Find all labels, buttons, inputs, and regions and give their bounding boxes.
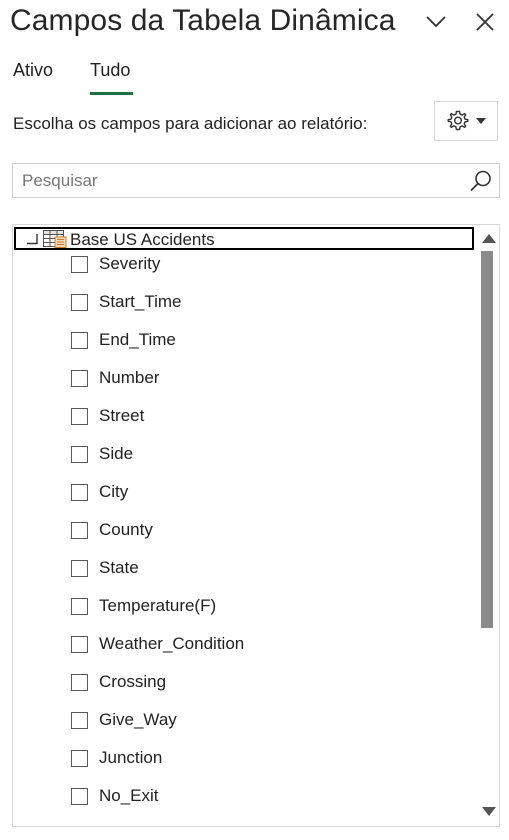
table-node[interactable]: Base US Accidents — [14, 227, 474, 250]
table-icon — [43, 230, 67, 248]
field-item-weather-condition[interactable]: Weather_Condition — [13, 628, 479, 666]
vertical-scrollbar[interactable] — [479, 225, 499, 826]
field-label: Number — [99, 368, 160, 387]
field-item-start-time[interactable]: Start_Time — [13, 286, 479, 324]
scroll-up-arrow-icon[interactable] — [481, 231, 497, 245]
tab-tudo[interactable]: Tudo — [90, 60, 130, 81]
field-checkbox[interactable] — [71, 370, 88, 387]
field-label: No_Exit — [99, 786, 159, 805]
active-tab-indicator — [90, 92, 133, 95]
field-checkbox[interactable] — [71, 522, 88, 539]
field-item-partial — [13, 818, 479, 827]
field-item-temperature[interactable]: Temperature(F) — [13, 590, 479, 628]
field-item-no-exit[interactable]: No_Exit — [13, 780, 479, 818]
field-list: Base US Accidents Severity Start_Time En… — [12, 224, 500, 827]
field-label: Side — [99, 444, 134, 463]
field-label: State — [99, 558, 139, 577]
collapse-pane-button[interactable] — [422, 8, 450, 36]
caret-down-icon — [476, 118, 486, 124]
field-checkbox[interactable] — [71, 256, 88, 273]
field-checkbox[interactable] — [71, 788, 88, 805]
field-label: Crossing — [99, 672, 167, 691]
field-label: Street — [99, 406, 145, 425]
field-item-side[interactable]: Side — [13, 438, 479, 476]
search-input[interactable] — [13, 164, 453, 197]
scroll-down-arrow-icon[interactable] — [481, 805, 497, 819]
field-item-county[interactable]: County — [13, 514, 479, 552]
field-label: End_Time — [99, 330, 176, 349]
field-item-city[interactable]: City — [13, 476, 479, 514]
field-item-state[interactable]: State — [13, 552, 479, 590]
scroll-thumb[interactable] — [481, 251, 493, 628]
field-checkbox — [71, 826, 88, 827]
field-label: Give_Way — [99, 710, 177, 729]
close-pane-button[interactable] — [471, 8, 499, 36]
field-checkbox[interactable] — [71, 560, 88, 577]
field-checkbox[interactable] — [71, 294, 88, 311]
gear-icon — [447, 110, 469, 131]
field-item-number[interactable]: Number — [13, 362, 479, 400]
field-checkbox[interactable] — [71, 712, 88, 729]
close-icon — [476, 13, 494, 31]
field-items: Severity Start_Time End_Time Number Stre… — [13, 248, 479, 827]
field-label: City — [99, 482, 129, 501]
field-item-crossing[interactable]: Crossing — [13, 666, 479, 704]
field-checkbox[interactable] — [71, 446, 88, 463]
field-label: Temperature(F) — [99, 596, 217, 615]
field-label: Severity — [99, 254, 161, 273]
field-label: County — [99, 520, 153, 539]
field-checkbox[interactable] — [71, 636, 88, 653]
chevron-down-icon — [426, 16, 446, 28]
collapse-node-icon[interactable] — [26, 233, 38, 245]
instruction-text: Escolha os campos para adicionar ao rela… — [13, 114, 368, 133]
field-checkbox[interactable] — [71, 598, 88, 615]
table-name: Base US Accidents — [70, 230, 215, 249]
search-box — [12, 163, 500, 198]
field-checkbox[interactable] — [71, 332, 88, 349]
field-label: Weather_Condition — [99, 634, 245, 653]
field-checkbox[interactable] — [71, 750, 88, 767]
field-item-severity[interactable]: Severity — [13, 248, 479, 286]
pane-title: Campos da Tabela Dinâmica — [10, 4, 396, 37]
field-checkbox[interactable] — [71, 484, 88, 501]
tab-ativo[interactable]: Ativo — [13, 60, 53, 81]
field-label: Junction — [99, 748, 163, 767]
search-icon[interactable] — [469, 169, 493, 193]
field-item-give-way[interactable]: Give_Way — [13, 704, 479, 742]
field-label: Start_Time — [99, 292, 182, 311]
field-checkbox[interactable] — [71, 408, 88, 425]
field-item-junction[interactable]: Junction — [13, 742, 479, 780]
field-checkbox[interactable] — [71, 674, 88, 691]
tools-settings-button[interactable] — [434, 101, 498, 141]
field-item-street[interactable]: Street — [13, 400, 479, 438]
field-item-end-time[interactable]: End_Time — [13, 324, 479, 362]
